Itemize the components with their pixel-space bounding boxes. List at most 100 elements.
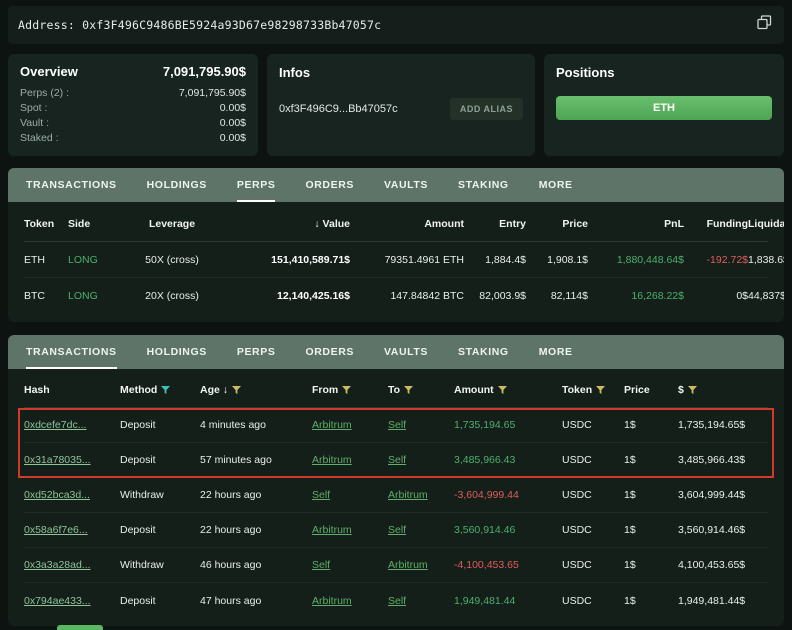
tx-method: Deposit	[120, 454, 200, 466]
tx-hash-link[interactable]: 0x58a6f7e6...	[24, 524, 120, 536]
perps-row-eth: ETH LONG 50X (cross) 151,410,589.71$ 793…	[24, 242, 768, 278]
tx-to-link[interactable]: Self	[388, 524, 454, 536]
tx-age: 22 hours ago	[200, 524, 312, 536]
tab-vaults[interactable]: VAULTS	[384, 168, 428, 202]
tx-usd: 3,485,966.43$	[678, 454, 768, 466]
cell-entry: 82,003.9$	[464, 290, 526, 302]
cell-token: BTC	[24, 290, 68, 302]
tab-perps[interactable]: PERPS	[237, 335, 276, 369]
tx-to-link[interactable]: Self	[388, 595, 454, 607]
tx-price: 1$	[624, 454, 678, 466]
perps-value: 7,091,795.90$	[179, 86, 246, 101]
tx-from-link[interactable]: Arbitrum	[312, 595, 388, 607]
tx-row: 0xd52bca3d... Withdraw 22 hours ago Self…	[24, 478, 768, 513]
tx-usd: 4,100,453.65$	[678, 559, 768, 571]
overview-total-value: 7,091,795.90$	[163, 64, 246, 79]
tx-from-link[interactable]: Arbitrum	[312, 454, 388, 466]
transactions-tabbar: TRANSACTIONS HOLDINGS PERPS ORDERS VAULT…	[8, 335, 784, 369]
tx-from-link[interactable]: Self	[312, 489, 388, 501]
tx-amount: 3,485,966.43	[454, 454, 562, 466]
copy-address-button[interactable]	[755, 13, 774, 37]
col-token: Token	[562, 384, 592, 396]
col-amount: Amount	[350, 218, 464, 230]
tab-orders[interactable]: ORDERS	[305, 168, 354, 202]
partial-bottom-button[interactable]	[57, 625, 103, 630]
tx-usd: 3,604,999.44$	[678, 489, 768, 501]
tx-age: 47 hours ago	[200, 595, 312, 607]
col-token: Token	[24, 218, 68, 230]
tab-staking[interactable]: STAKING	[458, 335, 509, 369]
tab-transactions[interactable]: TRANSACTIONS	[26, 335, 117, 369]
tx-price: 1$	[624, 419, 678, 431]
tx-to-link[interactable]: Arbitrum	[388, 559, 454, 571]
cell-amount: 79351.4961 ETH	[350, 254, 464, 266]
tx-from-link[interactable]: Self	[312, 559, 388, 571]
filter-from-icon[interactable]	[342, 386, 351, 395]
perps-section: TRANSACTIONS HOLDINGS PERPS ORDERS VAULT…	[8, 168, 784, 322]
cell-funding: -192.72$	[684, 254, 748, 266]
cell-funding: 0$	[684, 290, 748, 302]
col-age-sort[interactable]: Age ↓	[200, 384, 228, 396]
filter-usd-icon[interactable]	[688, 386, 697, 395]
tx-usd: 3,560,914.46$	[678, 524, 768, 536]
position-eth-button[interactable]: ETH	[556, 96, 772, 120]
tx-from-link[interactable]: Arbitrum	[312, 419, 388, 431]
tx-price: 1$	[624, 524, 678, 536]
tab-staking[interactable]: STAKING	[458, 168, 509, 202]
wallet-address: Address: 0xf3F496C9486BE5924a93D67e98298…	[18, 18, 381, 32]
tx-token: USDC	[562, 454, 624, 466]
tx-hash-link[interactable]: 0x31a78035...	[24, 454, 120, 466]
tx-method: Withdraw	[120, 489, 200, 501]
tx-method: Deposit	[120, 595, 200, 607]
cell-side: LONG	[68, 290, 126, 302]
col-usd: $	[678, 384, 684, 396]
tab-holdings[interactable]: HOLDINGS	[147, 335, 207, 369]
tab-transactions[interactable]: TRANSACTIONS	[26, 168, 117, 202]
col-value-sort[interactable]: ↓ Value	[218, 218, 350, 230]
vault-value: 0.00$	[220, 116, 246, 131]
address-bar: Address: 0xf3F496C9486BE5924a93D67e98298…	[8, 6, 784, 44]
tab-holdings[interactable]: HOLDINGS	[147, 168, 207, 202]
col-method: Method	[120, 384, 157, 396]
tx-hash-link[interactable]: 0x794ae433...	[24, 595, 120, 607]
filter-method-icon[interactable]	[161, 386, 170, 395]
filter-to-icon[interactable]	[404, 386, 413, 395]
tx-hash-link[interactable]: 0xdcefe7dc...	[24, 419, 120, 431]
perps-table: Token Side Leverage ↓ Value Amount Entry…	[8, 202, 784, 322]
tx-to-link[interactable]: Self	[388, 419, 454, 431]
tx-from-link[interactable]: Arbitrum	[312, 524, 388, 536]
tx-age: 22 hours ago	[200, 489, 312, 501]
infos-title: Infos	[279, 65, 310, 80]
tx-token: USDC	[562, 489, 624, 501]
col-entry: Entry	[464, 218, 526, 230]
tab-vaults[interactable]: VAULTS	[384, 335, 428, 369]
cell-side: LONG	[68, 254, 126, 266]
infos-card: Infos 0xf3F496C9...Bb47057c ADD ALIAS	[267, 54, 535, 156]
tx-method: Withdraw	[120, 559, 200, 571]
tx-age: 4 minutes ago	[200, 419, 312, 431]
tx-to-link[interactable]: Self	[388, 454, 454, 466]
tx-row: 0x794ae433... Deposit 47 hours ago Arbit…	[24, 583, 768, 618]
tx-age: 57 minutes ago	[200, 454, 312, 466]
filter-amount-icon[interactable]	[498, 386, 507, 395]
cell-entry: 1,884.4$	[464, 254, 526, 266]
copy-icon	[757, 15, 772, 35]
tab-more[interactable]: MORE	[539, 168, 573, 202]
tx-hash-link[interactable]: 0xd52bca3d...	[24, 489, 120, 501]
tab-perps[interactable]: PERPS	[237, 168, 276, 202]
tab-more[interactable]: MORE	[539, 335, 573, 369]
perps-header-row: Token Side Leverage ↓ Value Amount Entry…	[24, 206, 768, 242]
filter-age-icon[interactable]	[232, 386, 241, 395]
tx-amount: -3,604,999.44	[454, 489, 562, 501]
tx-row: 0x3a3a28ad... Withdraw 46 hours ago Self…	[24, 548, 768, 583]
col-pnl: PnL	[588, 218, 684, 230]
tab-orders[interactable]: ORDERS	[305, 335, 354, 369]
filter-token-icon[interactable]	[596, 386, 605, 395]
tx-hash-link[interactable]: 0x3a3a28ad...	[24, 559, 120, 571]
tx-price: 1$	[624, 595, 678, 607]
tx-to-link[interactable]: Arbitrum	[388, 489, 454, 501]
cell-amount: 147.84842 BTC	[350, 290, 464, 302]
tx-method: Deposit	[120, 419, 200, 431]
tx-row: 0x58a6f7e6... Deposit 22 hours ago Arbit…	[24, 513, 768, 548]
add-alias-button[interactable]: ADD ALIAS	[450, 98, 523, 120]
